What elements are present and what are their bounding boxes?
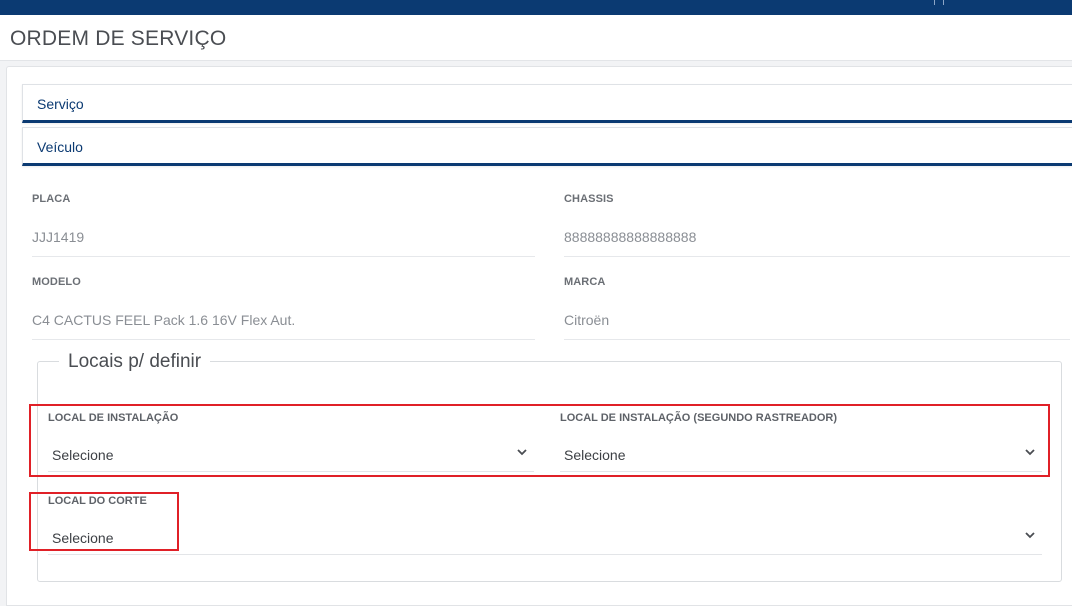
page-title: ORDEM DE SERVIÇO <box>10 27 227 50</box>
placa-divider <box>32 256 535 257</box>
accordion-servico[interactable]: Serviço <box>22 84 1072 123</box>
chassis-label: CHASSIS <box>564 193 614 205</box>
accordion-veiculo[interactable]: Veículo <box>22 127 1072 166</box>
marca-label: MARCA <box>564 276 606 288</box>
chevron-down-icon <box>1025 532 1035 539</box>
user-menu-icon[interactable] <box>934 0 944 5</box>
placa-label: PLACA <box>32 193 71 205</box>
marca-value: Citroën <box>564 312 610 328</box>
marca-divider <box>564 339 1070 340</box>
locais-legend: Locais p/ definir <box>59 351 211 373</box>
highlight-box-corte <box>29 492 179 551</box>
accordion-servico-label: Serviço <box>37 96 84 112</box>
page-header: ORDEM DE SERVIÇO <box>0 15 1072 61</box>
top-navigation-bar <box>0 0 1072 15</box>
highlight-box-instalacao <box>29 404 1050 477</box>
local-corte-select[interactable]: Selecione <box>48 519 1042 555</box>
accordion-veiculo-label: Veículo <box>37 139 83 155</box>
placa-value: JJJ1419 <box>32 229 85 245</box>
chassis-divider <box>564 256 1070 257</box>
modelo-label: MODELO <box>32 276 81 288</box>
chassis-value: 88888888888888888 <box>564 229 697 245</box>
modelo-value: C4 CACTUS FEEL Pack 1.6 16V Flex Aut. <box>32 312 296 328</box>
modelo-divider <box>32 339 535 340</box>
